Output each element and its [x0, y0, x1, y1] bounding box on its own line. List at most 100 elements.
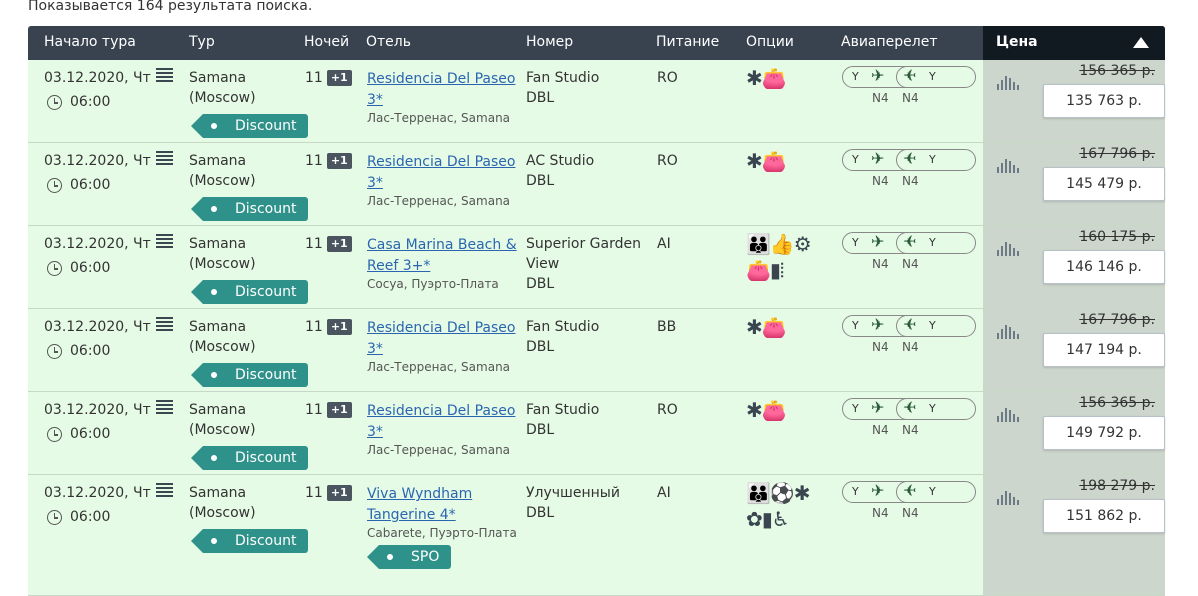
- amenity-icons-2[interactable]: 👛▮⦙: [746, 258, 784, 282]
- col-nights[interactable]: Ночей: [304, 34, 349, 50]
- flight-back[interactable]: ✈ Y: [896, 66, 976, 88]
- airline-code: N4: [902, 174, 919, 188]
- tour-date: 03.12.2020, Чт: [44, 70, 151, 86]
- list-icon[interactable]: [156, 400, 173, 415]
- col-meal[interactable]: Питание: [656, 34, 719, 50]
- tour-date: 03.12.2020, Чт: [44, 236, 151, 252]
- nights-cell: 11 +1: [305, 151, 352, 171]
- price-button[interactable]: 151 862 р.: [1043, 499, 1165, 533]
- class-label: Y: [929, 319, 936, 332]
- meal-plan: AI: [657, 485, 671, 501]
- room-type-2: DBL: [526, 90, 555, 106]
- airline-code: N4: [902, 423, 919, 437]
- col-flight[interactable]: Авиаперелет: [841, 34, 938, 50]
- price-button[interactable]: 146 146 р.: [1043, 250, 1165, 284]
- list-icon[interactable]: [156, 151, 173, 166]
- amenity-icons[interactable]: ✱👛: [746, 66, 787, 90]
- price-button[interactable]: 147 194 р.: [1043, 333, 1165, 367]
- price-cell: 167 796 р. 145 479 р.: [983, 143, 1165, 225]
- class-label: Y: [852, 236, 859, 249]
- nights-cell: 11 +1: [305, 68, 352, 88]
- tour-row: 03.12.2020, Чт 06:00 Samana (Moscow) Dis…: [28, 309, 1165, 392]
- hotel-link[interactable]: Casa Marina Beach & Reef 3+*: [367, 237, 517, 274]
- col-room[interactable]: Номер: [526, 34, 573, 50]
- price-chart-icon[interactable]: [997, 159, 1023, 173]
- plane-icon: ✈: [871, 232, 885, 251]
- price-chart-icon[interactable]: [997, 491, 1023, 505]
- price-chart-icon[interactable]: [997, 325, 1023, 339]
- tour-city: Samana: [189, 402, 247, 418]
- meal-plan: RO: [657, 153, 678, 169]
- nights-cell: 11 +1: [305, 483, 352, 503]
- hotel-cell: Residencia Del Paseo 3* Лас-Терренас, Sam…: [367, 151, 522, 209]
- flight-back[interactable]: ✈ Y: [896, 315, 976, 337]
- discount-tag: Discount: [190, 280, 309, 304]
- price-chart-icon[interactable]: [997, 76, 1023, 90]
- amenity-icons[interactable]: 👪👍⚙: [746, 232, 812, 256]
- room-type-2: DBL: [526, 422, 555, 438]
- flight-back[interactable]: ✈ Y: [896, 232, 976, 254]
- amenity-icons[interactable]: ✱👛: [746, 149, 787, 173]
- price-button[interactable]: 149 792 р.: [1043, 416, 1165, 450]
- col-tour[interactable]: Тур: [189, 34, 215, 50]
- hotel-link[interactable]: Residencia Del Paseo 3*: [367, 154, 515, 191]
- extra-night-badge[interactable]: +1: [326, 485, 352, 501]
- old-price: 198 279 р.: [1079, 478, 1155, 494]
- tour-row: 03.12.2020, Чт 06:00 Samana (Moscow) Dis…: [28, 226, 1165, 309]
- extra-night-badge[interactable]: +1: [326, 153, 352, 169]
- plane-icon: ✈: [871, 398, 885, 417]
- col-options[interactable]: Опции: [746, 34, 794, 50]
- extra-night-badge[interactable]: +1: [326, 402, 352, 418]
- col-price-label: Цена: [996, 34, 1038, 50]
- hotel-link[interactable]: Residencia Del Paseo 3*: [367, 71, 515, 108]
- extra-night-badge[interactable]: +1: [326, 319, 352, 335]
- col-hotel[interactable]: Отель: [366, 34, 411, 50]
- nights-count: 11: [305, 70, 323, 86]
- tour-date: 03.12.2020, Чт: [44, 153, 151, 169]
- price-button[interactable]: 135 763 р.: [1043, 84, 1165, 118]
- tour-date: 03.12.2020, Чт: [44, 402, 151, 418]
- sort-ascending-icon[interactable]: [1133, 37, 1149, 48]
- extra-night-badge[interactable]: +1: [326, 236, 352, 252]
- plane-icon: ✈: [903, 66, 917, 85]
- col-start[interactable]: Начало тура: [44, 34, 136, 50]
- price-cell: 167 796 р. 147 194 р.: [983, 309, 1165, 391]
- price-chart-icon[interactable]: [997, 242, 1023, 256]
- discount-tag: Discount: [190, 446, 309, 470]
- hotel-location: Лас-Терренас, Samana: [367, 194, 511, 208]
- tour-departure: (Moscow): [189, 173, 256, 189]
- class-label: Y: [929, 153, 936, 166]
- table-header: Начало тура Тур Ночей Отель Номер Питани…: [28, 26, 1165, 60]
- amenity-icons[interactable]: ✱👛: [746, 398, 787, 422]
- hotel-link[interactable]: Residencia Del Paseo 3*: [367, 403, 515, 440]
- plane-icon: ✈: [871, 66, 885, 85]
- hotel-link[interactable]: Viva Wyndham Tangerine 4*: [367, 486, 472, 523]
- plane-icon: ✈: [903, 315, 917, 334]
- room-type: Fan Studio: [526, 70, 600, 86]
- list-icon[interactable]: [156, 234, 173, 249]
- col-price[interactable]: Цена: [983, 26, 1165, 60]
- flight-back[interactable]: ✈ Y: [896, 398, 976, 420]
- amenity-icons[interactable]: 👪⚽✱: [746, 481, 811, 505]
- amenity-icons[interactable]: ✱👛: [746, 315, 787, 339]
- room-type: Fan Studio: [526, 402, 600, 418]
- hotel-cell: Residencia Del Paseo 3* Лас-Терренас, Sam…: [367, 400, 522, 458]
- price-chart-icon[interactable]: [997, 408, 1023, 422]
- flight-back[interactable]: ✈ Y: [896, 149, 976, 171]
- class-label: Y: [852, 485, 859, 498]
- class-label: Y: [929, 402, 936, 415]
- price-cell: 160 175 р. 146 146 р.: [983, 226, 1165, 308]
- list-icon[interactable]: [156, 68, 173, 83]
- list-icon[interactable]: [156, 483, 173, 498]
- flight-back[interactable]: ✈ Y: [896, 481, 976, 503]
- tour-time: 06:00: [70, 260, 111, 276]
- meal-plan: RO: [657, 402, 678, 418]
- tour-date: 03.12.2020, Чт: [44, 319, 151, 335]
- extra-night-badge[interactable]: +1: [326, 70, 352, 86]
- amenity-icons-2[interactable]: ✿▮♿: [746, 507, 790, 531]
- hotel-link[interactable]: Residencia Del Paseo 3*: [367, 320, 515, 357]
- list-icon[interactable]: [156, 317, 173, 332]
- tour-row: 03.12.2020, Чт 06:00 Samana (Moscow) Dis…: [28, 392, 1165, 475]
- meal-plan: AI: [657, 236, 671, 252]
- price-button[interactable]: 145 479 р.: [1043, 167, 1165, 201]
